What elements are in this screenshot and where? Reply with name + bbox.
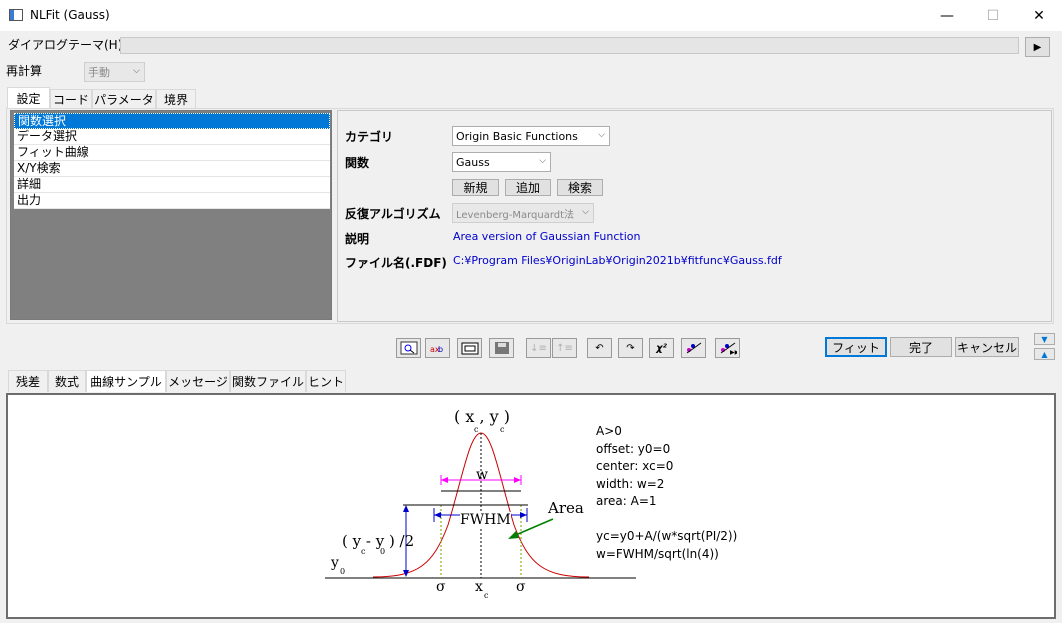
algorithm-value: Levenberg-Marquardt法 bbox=[456, 209, 575, 221]
note-line: center: xc=0 bbox=[596, 459, 674, 473]
note-line: yc=y0+A/(w*sqrt(PI/2)) bbox=[596, 529, 738, 543]
function-settings-pane bbox=[337, 110, 1052, 322]
peak-label: ( x , y ) bbox=[454, 407, 510, 426]
tree-item-output[interactable]: 出力 bbox=[14, 193, 330, 209]
svg-text:▶▶: ▶▶ bbox=[730, 349, 737, 355]
window-title: NLFit (Gauss) bbox=[30, 8, 110, 22]
done-button[interactable]: 完了 bbox=[890, 337, 952, 357]
area-label: Area bbox=[548, 499, 584, 517]
note-line bbox=[596, 511, 737, 529]
sort-up-icon[interactable]: ↑≡ bbox=[552, 338, 577, 358]
theme-play-button[interactable]: ▶ bbox=[1025, 37, 1050, 57]
theme-label: ダイアログテーマ(H) bbox=[8, 38, 123, 52]
recalc-select[interactable]: 手動 ⌵ bbox=[84, 62, 145, 82]
app-icon bbox=[9, 9, 23, 21]
cancel-button[interactable]: キャンセル bbox=[955, 337, 1019, 357]
description-label: 説明 bbox=[345, 232, 370, 246]
tree-item-fit-curve[interactable]: フィット曲線 bbox=[14, 145, 330, 161]
redo-icon[interactable]: ↷ bbox=[618, 338, 643, 358]
save-icon[interactable] bbox=[489, 338, 514, 358]
one-iteration-icon[interactable] bbox=[681, 338, 706, 358]
algorithm-label: 反復アルゴリズム bbox=[345, 207, 441, 221]
theme-combo[interactable] bbox=[120, 37, 1019, 54]
chevron-down-icon: ⌵ bbox=[539, 156, 546, 166]
function-label: 関数 bbox=[345, 156, 370, 170]
tree-item-function-select[interactable]: 関数選択 bbox=[14, 113, 330, 129]
tree-item-advanced[interactable]: 詳細 bbox=[14, 177, 330, 193]
tab-sample-curve[interactable]: 曲線サンプル bbox=[86, 370, 166, 392]
description-value: Area version of Gaussian Function bbox=[453, 230, 641, 243]
sample-notes: A>0 offset: y0=0 center: xc=0 width: w=2… bbox=[596, 423, 737, 563]
category-value: Origin Basic Functions bbox=[456, 129, 578, 143]
xc-label: x bbox=[475, 579, 483, 595]
y0-label: y bbox=[331, 555, 339, 571]
tab-messages[interactable]: メッセージ bbox=[166, 370, 230, 392]
gauss-sample-diagram bbox=[325, 432, 636, 579]
sigma-left-label: σ bbox=[436, 579, 446, 595]
tab-parameters[interactable]: パラメータ bbox=[92, 89, 156, 108]
expand-up-icon[interactable]: ▲ bbox=[1034, 348, 1055, 360]
sample-curve-panel: ( x , y ) c c w FWHM Area ( y - y ) /2 c… bbox=[6, 393, 1056, 619]
y0-sub: 0 bbox=[340, 567, 346, 576]
half-sub-0: 0 bbox=[380, 547, 386, 556]
recalc-label: 再計算 bbox=[6, 64, 43, 78]
note-line: width: w=2 bbox=[596, 476, 665, 491]
w-label: w bbox=[476, 467, 488, 483]
tree-item-data-select[interactable]: データ選択 bbox=[14, 129, 330, 145]
sigma-right-label: σ bbox=[516, 579, 526, 595]
tab-formula[interactable]: 数式 bbox=[48, 370, 86, 392]
new-button[interactable]: 新規 bbox=[452, 179, 499, 196]
search-button[interactable]: 検索 bbox=[557, 179, 603, 196]
tab-residuals[interactable]: 残差 bbox=[8, 370, 48, 392]
tab-hints[interactable]: ヒント bbox=[306, 370, 346, 392]
close-button[interactable]: ✕ bbox=[1016, 0, 1062, 31]
title-bar bbox=[0, 0, 1062, 31]
note-line: offset: y0=0 bbox=[596, 441, 671, 456]
tab-function-file[interactable]: 関数ファイル bbox=[230, 370, 306, 392]
tab-code[interactable]: コード bbox=[50, 89, 92, 108]
note-line: w=FWHM/sqrt(ln(4)) bbox=[596, 546, 719, 561]
chevron-down-icon: ⌵ bbox=[598, 130, 605, 140]
fit-until-converged-icon[interactable]: ▶▶ bbox=[715, 338, 740, 358]
recalc-value: 手動 bbox=[88, 66, 110, 79]
algorithm-select[interactable]: Levenberg-Marquardt法 ⌵ bbox=[452, 203, 594, 223]
chi-square-icon[interactable]: χ² bbox=[649, 338, 674, 358]
add-button[interactable]: 追加 bbox=[505, 179, 551, 196]
half-sub-c: c bbox=[361, 547, 366, 556]
fwhm-label: FWHM bbox=[460, 512, 511, 528]
half-height-label: ( y - y ) /2 bbox=[342, 532, 415, 550]
sort-down-icon[interactable]: ↓≡ bbox=[526, 338, 551, 358]
settings-tree: 関数選択 データ選択 フィット曲線 X/Y検索 詳細 出力 bbox=[10, 110, 332, 320]
chevron-down-icon: ⌵ bbox=[582, 207, 589, 217]
param-init-icon[interactable] bbox=[457, 338, 482, 358]
category-label: カテゴリ bbox=[345, 130, 394, 144]
find-xy-icon[interactable] bbox=[396, 338, 421, 358]
fit-preview-icon[interactable]: ax b bbox=[425, 338, 450, 358]
note-line: A>0 bbox=[596, 424, 622, 438]
function-select[interactable]: Gauss ⌵ bbox=[452, 152, 551, 172]
collapse-down-icon[interactable]: ▼ bbox=[1034, 333, 1055, 345]
tab-bounds[interactable]: 境界 bbox=[156, 89, 196, 108]
file-name-label: ファイル名(.FDF) bbox=[345, 256, 447, 270]
chevron-down-icon: ⌵ bbox=[133, 66, 140, 76]
minimize-button[interactable]: — bbox=[924, 0, 970, 31]
tab-settings[interactable]: 設定 bbox=[7, 87, 50, 108]
maximize-button[interactable]: ☐ bbox=[970, 0, 1016, 31]
peak-sub-yc: c bbox=[500, 425, 505, 434]
category-select[interactable]: Origin Basic Functions ⌵ bbox=[452, 126, 610, 146]
xc-sub: c bbox=[484, 591, 489, 600]
undo-icon[interactable]: ↶ bbox=[587, 338, 612, 358]
file-name-value: C:¥Program Files¥OriginLab¥Origin2021b¥f… bbox=[453, 254, 782, 267]
tree-item-xy-find[interactable]: X/Y検索 bbox=[14, 161, 330, 177]
peak-sub-xc: c bbox=[474, 425, 479, 434]
function-value: Gauss bbox=[456, 155, 490, 169]
fit-button[interactable]: フィット bbox=[825, 337, 887, 357]
svg-text:b: b bbox=[438, 345, 443, 354]
note-line: area: A=1 bbox=[596, 494, 657, 508]
